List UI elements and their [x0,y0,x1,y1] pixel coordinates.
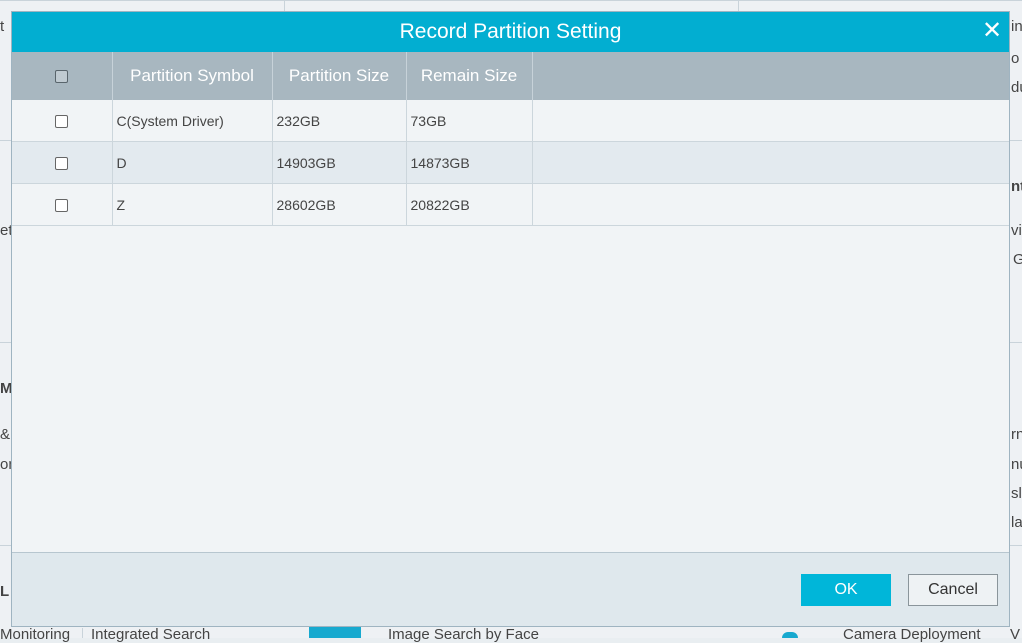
bg-divider [0,140,11,141]
partition-table: Partition Symbol Partition Size Remain S… [12,52,1009,226]
partition-size-cell: 14903GB [272,141,407,184]
bg-text: nu [1011,456,1022,473]
empty-cell [532,141,1009,184]
bg-divider [0,342,11,343]
bg-divider [1010,140,1022,141]
bg-text: nt [1011,178,1022,195]
partition-size-cell: 28602GB [272,183,407,226]
bg-divider [284,0,285,11]
column-header-partition-symbol[interactable]: Partition Symbol [112,52,273,100]
remain-size-cell: 20822GB [406,183,533,226]
row-checkbox-cell [12,141,113,184]
bg-text: & [0,426,11,443]
bg-tile-label: Monitoring [0,626,71,643]
dialog-footer: OK Cancel [12,552,1009,626]
face-search-icon [309,627,361,638]
bg-text: sl [1011,485,1022,502]
bg-divider [738,0,739,11]
ok-button[interactable]: OK [801,574,891,606]
bg-text: t [0,18,5,35]
bg-text: vi [1011,222,1022,239]
bg-text: la [1011,514,1022,531]
bg-tile-label: Image Search by Face [388,626,539,643]
table-row[interactable]: Z 28602GB 20822GB [12,183,1009,226]
bg-text: o [1011,50,1020,67]
partition-symbol-cell: C(System Driver) [112,100,273,142]
remain-size-cell: 14873GB [406,141,533,184]
select-all-cell [12,52,113,100]
camera-icon [782,632,798,638]
bg-text: L [0,583,10,600]
bg-text: V [1010,626,1021,643]
empty-cell [532,100,1009,142]
empty-cell [532,183,1009,226]
row-checkbox[interactable] [55,115,69,129]
column-header-partition-size[interactable]: Partition Size [272,52,407,100]
bg-text: G [1013,251,1022,268]
partition-size-cell: 232GB [272,100,407,142]
table-header-row: Partition Symbol Partition Size Remain S… [12,52,1009,100]
column-header-remain-size[interactable]: Remain Size [406,52,533,100]
row-checkbox-cell [12,183,113,226]
bg-divider [0,0,1022,1]
bg-tile-label: Integrated Search [91,626,211,643]
row-checkbox-cell [12,100,113,142]
table-row[interactable]: C(System Driver) 232GB 73GB [12,100,1009,142]
partition-symbol-cell: Z [112,183,273,226]
bg-text: in [1011,18,1022,35]
bg-text: rn [1011,426,1022,443]
bg-divider [82,628,83,638]
bg-divider [1010,545,1022,546]
partition-symbol-cell: D [112,141,273,184]
record-partition-dialog: Record Partition Setting ✕ Partition Sym… [11,11,1010,627]
column-header-empty [532,52,1009,100]
bg-divider [0,545,11,546]
table-row[interactable]: D 14903GB 14873GB [12,141,1009,184]
cancel-button[interactable]: Cancel [908,574,998,606]
bg-text: du [1011,79,1022,96]
dialog-titlebar: Record Partition Setting ✕ [12,12,1009,52]
select-all-checkbox[interactable] [55,70,69,84]
dialog-title: Record Partition Setting [399,20,622,43]
remain-size-cell: 73GB [406,100,533,142]
bg-tile-label: Camera Deployment [843,626,981,643]
close-icon[interactable]: ✕ [979,18,1005,44]
bg-divider [1010,342,1022,343]
row-checkbox[interactable] [55,199,69,213]
row-checkbox[interactable] [55,157,69,171]
